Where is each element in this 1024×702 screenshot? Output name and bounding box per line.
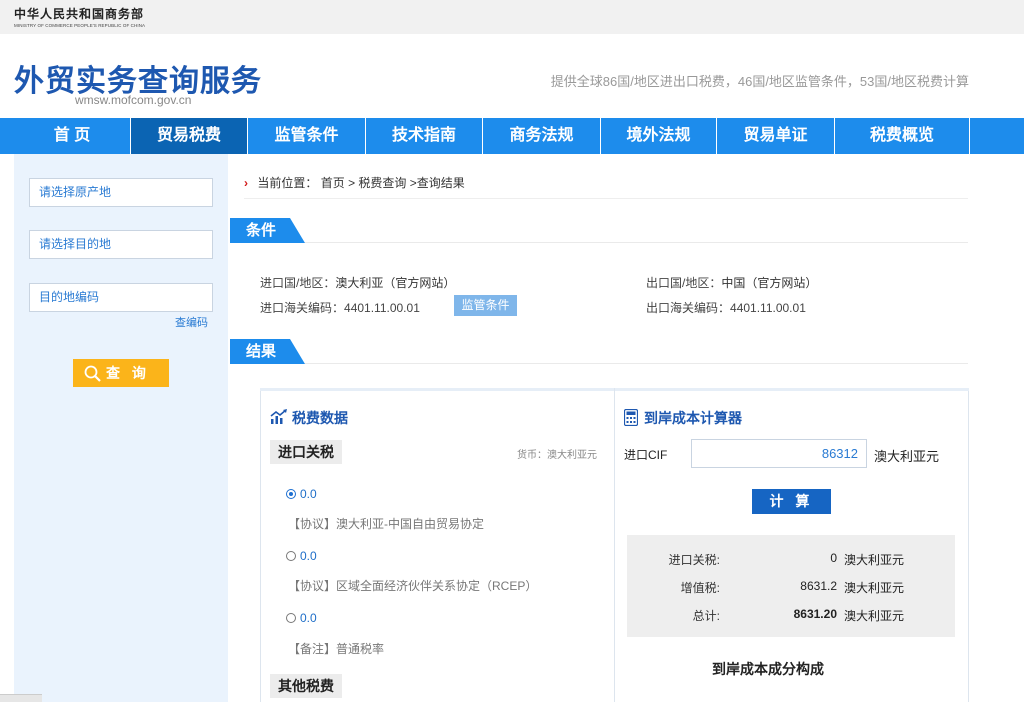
import-code-label: 进口海关编码：: [260, 301, 345, 315]
export-code-label: 出口海关编码：: [646, 301, 731, 315]
export-country-label: 出口国/地区：: [646, 276, 722, 290]
rate-value-2: 0.0: [300, 549, 317, 563]
main-nav: 首 页 贸易税费 监管条件 技术指南 商务法规 境外法规 贸易单证 税费概览: [0, 118, 1024, 154]
results-panel-split: [614, 388, 615, 702]
import-country: 进口国/地区：澳大利亚（官方网站）: [260, 274, 455, 291]
breadcrumb-divider: [244, 198, 968, 199]
import-code-value: 4401.11.00.01: [344, 301, 420, 315]
radio-selected-icon[interactable]: [286, 489, 296, 499]
breadcrumb-arrow-icon: ›: [244, 176, 248, 190]
breadcrumb-tax-query[interactable]: 税费查询: [358, 176, 406, 190]
import-code: 进口海关编码：4401.11.00.01: [260, 299, 420, 316]
site-domain: wmsw.mofcom.gov.cn: [75, 93, 192, 107]
nav-tax-overview[interactable]: 税费概览: [835, 118, 970, 154]
results-underline: [230, 363, 968, 364]
export-country-value[interactable]: 中国（官方网站）: [721, 276, 817, 290]
rate-note-1: 【协议】澳大利亚-中国自由贸易协定: [288, 517, 484, 531]
export-code-value: 4401.11.00.01: [730, 301, 806, 315]
radio-icon[interactable]: [286, 551, 296, 561]
tax-data-title: 税费数据: [270, 408, 348, 428]
result-label-total: 总计:: [692, 609, 720, 623]
destination-select[interactable]: 请选择目的地: [29, 230, 213, 259]
export-country: 出口国/地区：中国（官方网站）: [646, 274, 817, 291]
calculator-title: 到岸成本计算器: [623, 408, 742, 429]
result-value-vat: 8631.2: [800, 579, 837, 593]
calculate-button[interactable]: 计 算: [752, 489, 831, 514]
search-button-label: 查 询: [106, 365, 150, 381]
code-lookup-link[interactable]: 查编码: [175, 314, 208, 330]
import-tariff-tab[interactable]: 进口关税: [270, 440, 342, 464]
search-icon: [84, 364, 102, 392]
destination-code-input[interactable]: 目的地编码: [29, 283, 213, 312]
breadcrumb-current: >查询结果: [409, 176, 465, 190]
top-bar: 中华人民共和国商务部 MINISTRY OF COMMERCE PEOPLE'S…: [0, 0, 1024, 34]
search-button[interactable]: 查 询: [73, 359, 169, 387]
rate-option-2[interactable]: 0.0: [286, 549, 317, 563]
search-sidebar: 请选择原产地 请选择目的地 目的地编码 查编码 查 询: [14, 154, 228, 702]
ministry-name-cn: 中华人民共和国商务部: [14, 7, 145, 21]
radio-icon[interactable]: [286, 613, 296, 623]
rate-note-3: 【备注】普通税率: [288, 642, 385, 656]
site-tagline: 提供全球86国/地区进出口税费，46国/地区监管条件，53国/地区税费计算: [550, 74, 969, 89]
other-taxes-tab[interactable]: 其他税费: [270, 674, 342, 698]
rate-note-2: 【协议】区域全面经济伙伴关系协定（RCEP）: [288, 579, 538, 593]
rate-option-1[interactable]: 0.0: [286, 487, 317, 501]
cost-breakdown-title: 到岸成本成分构成: [712, 661, 824, 677]
result-unit-tariff: 澳大利亚元: [844, 553, 905, 567]
nav-home[interactable]: 首 页: [14, 118, 131, 154]
breadcrumb: › 当前位置： 首页 > 税费查询 >查询结果: [244, 174, 465, 191]
export-code: 出口海关编码：4401.11.00.01: [646, 299, 806, 316]
ministry-name-en: MINISTRY OF COMMERCE PEOPLE'S REPUBLIC O…: [14, 23, 146, 28]
result-value-tariff: 0: [830, 551, 837, 565]
result-label-vat: 增值税:: [680, 581, 720, 595]
calc-result-box: 进口关税: 0 澳大利亚元 增值税: 8631.2 澳大利亚元 总计: 8631…: [627, 535, 955, 637]
rate-option-3[interactable]: 0.0: [286, 611, 317, 625]
nav-tech-guide[interactable]: 技术指南: [366, 118, 483, 154]
import-country-label: 进口国/地区：: [260, 276, 336, 290]
cif-label: 进口CIF: [624, 448, 668, 462]
calculator-title-label: 到岸成本计算器: [644, 410, 742, 426]
nav-trade-tax[interactable]: 贸易税费: [131, 118, 248, 154]
result-label-tariff: 进口关税:: [668, 553, 720, 567]
conditions-heading: 条件: [230, 218, 305, 243]
currency-note: 货币：澳大利亚元: [517, 450, 597, 461]
rate-value-3: 0.0: [300, 611, 317, 625]
result-value-total: 8631.20: [793, 607, 837, 621]
origin-select[interactable]: 请选择原产地: [29, 178, 213, 207]
ministry-logo[interactable]: 中华人民共和国商务部 MINISTRY OF COMMERCE PEOPLE'S…: [14, 5, 145, 28]
breadcrumb-sep: >: [348, 176, 356, 190]
nav-trade-docs[interactable]: 贸易单证: [717, 118, 835, 154]
nav-foreign-law[interactable]: 境外法规: [601, 118, 717, 154]
breadcrumb-prefix: 当前位置：: [257, 176, 318, 190]
nav-commerce-law[interactable]: 商务法规: [483, 118, 601, 154]
chart-trend-icon: [270, 409, 288, 428]
breadcrumb-home[interactable]: 首页: [321, 176, 345, 190]
site-header: 外贸实务查询服务 wmsw.mofcom.gov.cn 提供全球86国/地区进出…: [0, 34, 1024, 118]
tax-data-title-label: 税费数据: [292, 410, 348, 426]
supervision-conditions-button[interactable]: 监管条件: [454, 295, 517, 316]
result-unit-total: 澳大利亚元: [844, 609, 905, 623]
cif-unit: 澳大利亚元: [874, 449, 940, 464]
results-heading: 结果: [230, 339, 305, 364]
calculator-icon: [623, 408, 639, 429]
nav-supervision[interactable]: 监管条件: [248, 118, 366, 154]
cif-input[interactable]: 86312: [691, 439, 867, 468]
conditions-underline: [230, 242, 968, 243]
result-unit-vat: 澳大利亚元: [844, 581, 905, 595]
horizontal-scrollbar[interactable]: [0, 694, 42, 702]
rate-value-1: 0.0: [300, 487, 317, 501]
import-country-value[interactable]: 澳大利亚（官方网站）: [335, 276, 455, 290]
